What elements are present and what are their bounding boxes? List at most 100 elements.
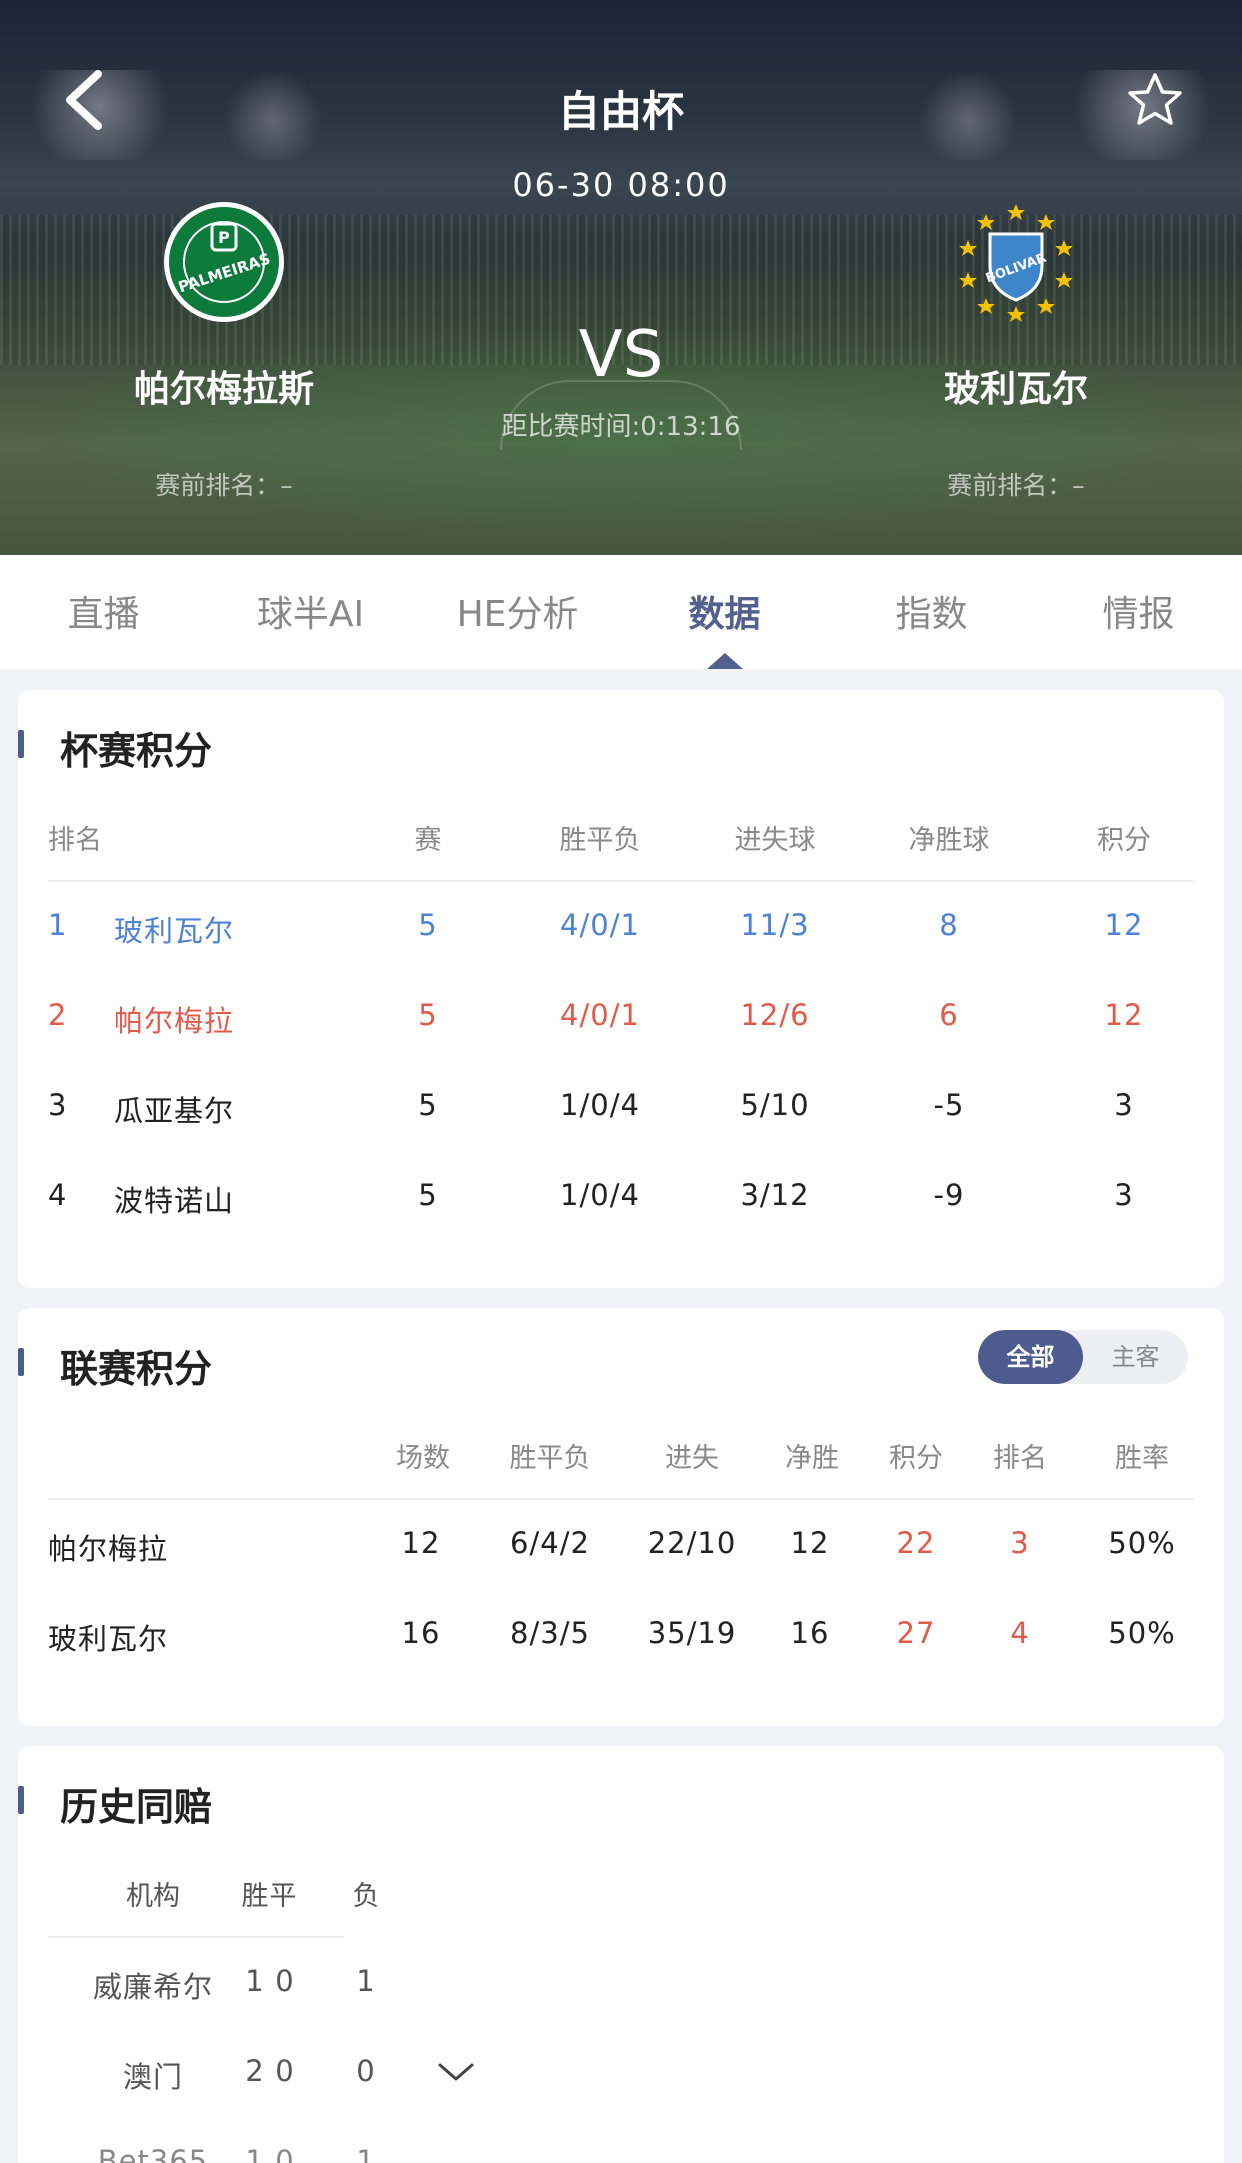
tab-intel[interactable]: 情报 (1035, 555, 1242, 669)
section-accent-bar (18, 1786, 24, 1814)
cell-draw: 0 (275, 2144, 295, 2163)
cell-rank: 3 (48, 1088, 68, 1122)
header-points: 积分 (1097, 825, 1151, 856)
cell-rank: 4 (1010, 1616, 1030, 1650)
cell-team: 玻利瓦尔 (114, 914, 235, 948)
header-bookmaker: 机构 (126, 1881, 180, 1912)
section-accent-bar (18, 730, 24, 758)
match-datetime: 06-30 08:00 (512, 166, 730, 204)
header-rank: 排名 (48, 825, 102, 856)
cell-rank: 2 (48, 998, 68, 1032)
cell-goal-diff: 16 (790, 1616, 830, 1650)
tab-he-analysis[interactable]: HE分析 (414, 555, 621, 669)
header-loss: 负 (352, 1881, 380, 1912)
toggle-home-away[interactable]: 主客 (1083, 1330, 1188, 1384)
cell-draw: 0 (275, 2054, 295, 2088)
cell-wdl: 4/0/1 (560, 908, 640, 942)
cell-points: 3 (1114, 1178, 1134, 1212)
header-played: 场数 (396, 1443, 450, 1474)
cell-rank: 4 (48, 1178, 68, 1212)
cell-loss: 1 (356, 2144, 376, 2163)
league-standings-card: 联赛积分 全部 主客 场数 胜平负 进失 净胜 积分 排名 胜率 帕尔梅拉 12… (18, 1308, 1224, 1726)
cell-rank: 1 (48, 908, 68, 942)
tab-ai[interactable]: 球半AI (207, 555, 414, 669)
tab-odds[interactable]: 指数 (828, 555, 1035, 669)
tab-bar: 直播 球半AI HE分析 数据 指数 情报 (0, 555, 1242, 669)
cell-goal-diff: 8 (939, 908, 959, 942)
tab-live[interactable]: 直播 (0, 555, 207, 669)
cell-rank: 3 (1010, 1526, 1030, 1560)
home-team-rank: 赛前排名：– (155, 471, 293, 500)
cell-draw: 0 (275, 1964, 295, 1998)
away-team[interactable]: BOLIVAR 玻利瓦尔 赛前排名：– (866, 200, 1166, 502)
cell-played: 12 (401, 1526, 441, 1560)
chevron-down-icon[interactable] (436, 2058, 476, 2086)
cell-goal-diff: 12 (790, 1526, 830, 1560)
cell-loss: 0 (356, 2054, 376, 2088)
tab-label: 指数 (895, 594, 968, 635)
cell-bookmaker: 澳门 (122, 2060, 183, 2094)
cell-played: 5 (418, 998, 438, 1032)
cell-bookmaker: Bet365 (97, 2144, 209, 2163)
home-team[interactable]: P PALMEIRAS 帕尔梅拉斯 赛前排名：– (74, 200, 374, 502)
header-goal-diff: 净胜 (785, 1443, 839, 1474)
cell-goals: 12/6 (740, 998, 810, 1032)
tab-label: 情报 (1102, 594, 1175, 635)
tab-label: HE分析 (456, 594, 579, 635)
cell-goals: 35/19 (647, 1616, 737, 1650)
cup-standings-title: 杯赛积分 (60, 729, 213, 773)
back-arrow-icon[interactable] (58, 68, 114, 132)
cell-points: 3 (1114, 1088, 1134, 1122)
header-goals: 进失 (665, 1443, 719, 1474)
history-odds-card: 历史同赔 机构 胜 平 负 威廉希尔 1 0 1 澳门 2 0 0 Bet365… (18, 1746, 1224, 2163)
cell-points: 12 (1104, 998, 1144, 1032)
cell-goals: 3/12 (740, 1178, 810, 1212)
cell-played: 5 (418, 908, 438, 942)
active-tab-indicator (706, 653, 743, 669)
bolivar-logo-icon: BOLIVAR (959, 204, 1073, 322)
section-accent-bar (18, 1348, 24, 1376)
header-win-rate: 胜率 (1115, 1443, 1169, 1474)
cell-bookmaker: 威廉希尔 (92, 1970, 213, 2004)
header-win: 胜 (241, 1881, 269, 1912)
divider (48, 1498, 1194, 1500)
countdown-text: 距比赛时间:0:13:16 (501, 412, 741, 442)
cell-points: 12 (1104, 908, 1144, 942)
header-points: 积分 (889, 1443, 943, 1474)
toggle-all[interactable]: 全部 (978, 1330, 1083, 1384)
cell-points: 27 (896, 1616, 936, 1650)
header-rank: 排名 (993, 1443, 1047, 1474)
cell-wdl: 8/3/5 (510, 1616, 590, 1650)
cell-goal-diff: -5 (933, 1088, 965, 1122)
cell-team: 帕尔梅拉 (48, 1532, 169, 1566)
header-goals: 进失球 (734, 825, 816, 856)
competition-title: 自由杯 (557, 87, 684, 136)
cell-team: 波特诺山 (114, 1184, 235, 1218)
cell-team: 瓜亚基尔 (114, 1094, 235, 1128)
cell-points: 22 (896, 1526, 936, 1560)
cell-wdl: 1/0/4 (560, 1178, 640, 1212)
match-header: 自由杯 06-30 08:00 P PALMEIRAS 帕尔梅拉斯 赛前排名：– (0, 0, 1242, 555)
tab-data[interactable]: 数据 (621, 555, 828, 669)
cell-played: 5 (418, 1088, 438, 1122)
tab-label: 球半AI (256, 594, 365, 635)
tab-label: 直播 (67, 594, 140, 635)
tab-label: 数据 (688, 594, 761, 635)
home-away-toggle: 全部 主客 (978, 1330, 1188, 1384)
cell-win: 1 (245, 2144, 265, 2163)
svg-text:P: P (218, 228, 230, 247)
cell-played: 16 (401, 1616, 441, 1650)
away-team-name: 玻利瓦尔 (943, 369, 1088, 410)
header-wdl: 胜平负 (509, 1443, 591, 1474)
cell-goals: 22/10 (647, 1526, 737, 1560)
favorite-star-icon[interactable] (1126, 72, 1184, 130)
cell-win-rate: 50% (1108, 1616, 1176, 1650)
cell-win-rate: 50% (1108, 1526, 1176, 1560)
header-played: 赛 (414, 825, 442, 856)
home-team-name: 帕尔梅拉斯 (133, 369, 314, 410)
cell-wdl: 1/0/4 (560, 1088, 640, 1122)
cell-goals: 5/10 (740, 1088, 810, 1122)
cell-wdl: 6/4/2 (510, 1526, 590, 1560)
league-standings-title: 联赛积分 (60, 1347, 213, 1391)
header-draw: 平 (269, 1881, 297, 1912)
